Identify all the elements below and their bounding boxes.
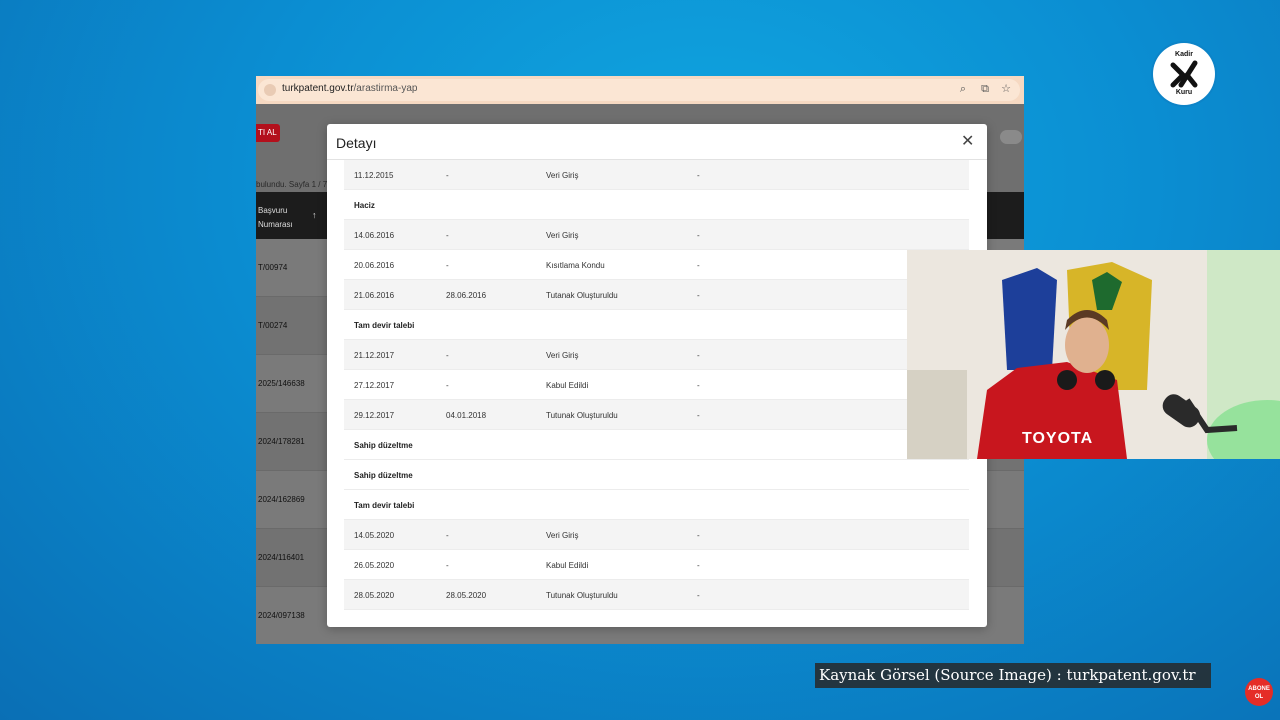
action-cell: Veri Giriş xyxy=(546,531,579,540)
bookmark-star-icon[interactable]: ☆ xyxy=(999,82,1013,96)
url-path: /arastirma-yap xyxy=(353,83,418,94)
note-cell: - xyxy=(697,291,700,300)
note-cell: - xyxy=(697,411,700,420)
webcam-overlay: TOYOTA xyxy=(907,250,1280,459)
note-cell: - xyxy=(697,261,700,270)
action-cell: Veri Giriş xyxy=(546,231,579,240)
install-app-icon[interactable]: ⧉ xyxy=(978,82,992,96)
detail-row: 29.12.2017 04.01.2018 Tutunak Oluşturuldu - xyxy=(344,400,969,430)
section-heading-row: Tam devir talebi xyxy=(344,490,969,520)
results-info: bulundu. Sayfa 1 / 7 xyxy=(256,180,328,189)
application-number: T/00974 xyxy=(258,263,288,272)
note-cell: - xyxy=(697,231,700,240)
note-cell: - xyxy=(697,351,700,360)
action-cell: Veri Giriş xyxy=(546,171,579,180)
action-cell: Kabul Edildi xyxy=(546,381,589,390)
subscribe-line2: OL xyxy=(1254,694,1264,700)
detail-row: 27.12.2017 - Kabul Edildi - xyxy=(344,370,969,400)
channel-logo: Kadir Kuru xyxy=(1153,43,1215,105)
column-header-line2: Numarası xyxy=(258,220,293,229)
close-icon[interactable]: ✕ xyxy=(961,133,974,151)
note-cell: - xyxy=(697,561,700,570)
date2-cell: - xyxy=(446,261,449,270)
date2-cell: 28.05.2020 xyxy=(446,591,487,600)
application-number: 2024/116401 xyxy=(258,553,305,562)
url-domain: turkpatent.gov.tr xyxy=(282,83,354,94)
date-cell: 14.05.2020 xyxy=(354,531,395,540)
action-cell: Kısıtlama Kondu xyxy=(546,261,605,270)
address-bar[interactable]: turkpatent.gov.tr/arastirma-yap ⌕ ⧉ ☆ xyxy=(256,76,1024,104)
section-label: Sahip düzeltme xyxy=(354,441,413,450)
url-text[interactable]: turkpatent.gov.tr/arastirma-yap xyxy=(282,83,417,94)
toggle-switch[interactable] xyxy=(1000,130,1022,144)
subscribe-line1: ABONE xyxy=(1248,686,1270,692)
date2-cell: - xyxy=(446,351,449,360)
application-number: 2024/162869 xyxy=(258,495,305,504)
logo-bottom-text: Kuru xyxy=(1175,89,1193,96)
detail-row: 14.06.2016 - Veri Giriş - xyxy=(344,220,969,250)
date-cell: 28.05.2020 xyxy=(354,591,395,600)
subscribe-badge[interactable]: ABONE OL xyxy=(1245,678,1273,706)
date2-cell: - xyxy=(446,231,449,240)
section-label: Tam devir talebi xyxy=(354,321,415,330)
detail-row: 20.06.2016 - Kısıtlama Kondu - xyxy=(344,250,969,280)
action-cell: Tutanak Oluşturuldu xyxy=(546,291,618,300)
column-header-application-number[interactable]: Başvuru Numarası xyxy=(258,204,293,232)
date-cell: 29.12.2017 xyxy=(354,411,395,420)
red-action-button[interactable]: TI AL xyxy=(256,124,280,142)
note-cell: - xyxy=(697,591,700,600)
action-cell: Tutunak Oluşturuldu xyxy=(546,411,618,420)
section-label: Tam devir talebi xyxy=(354,501,415,510)
site-info-icon[interactable] xyxy=(264,84,276,96)
date2-cell: - xyxy=(446,561,449,570)
section-label: Haciz xyxy=(354,201,375,210)
detail-row: 28.05.2020 28.05.2020 Tutunak Oluşturuldu - xyxy=(344,580,969,610)
logo-mark-icon xyxy=(1170,60,1198,88)
note-cell: - xyxy=(697,531,700,540)
date2-cell: 28.06.2016 xyxy=(446,291,487,300)
detail-row: 21.12.2017 - Veri Giriş - xyxy=(344,340,969,370)
application-number: 2024/097138 xyxy=(258,611,305,620)
detail-table: 11.12.2015 - Veri Giriş - Haciz 14.06.2016 - Ve… xyxy=(344,160,969,610)
date2-cell: - xyxy=(446,171,449,180)
section-heading-row: Haciz xyxy=(344,190,969,220)
date2-cell: - xyxy=(446,531,449,540)
modal-header: Detayı ✕ xyxy=(327,124,987,160)
date-cell: 14.06.2016 xyxy=(354,231,395,240)
application-number: T/00274 xyxy=(258,321,288,330)
note-cell: - xyxy=(697,381,700,390)
source-credit: Kaynak Görsel (Source Image) : turkpaten… xyxy=(815,663,1211,688)
column-header-line1: Başvuru xyxy=(258,206,288,215)
sort-arrow-icon[interactable]: ↑ xyxy=(312,210,317,220)
detail-row: 26.05.2020 - Kabul Edildi - xyxy=(344,550,969,580)
date2-cell: 04.01.2018 xyxy=(446,411,487,420)
action-cell: Veri Giriş xyxy=(546,351,579,360)
date2-cell: - xyxy=(446,381,449,390)
date-cell: 20.06.2016 xyxy=(354,261,395,270)
logo-top-text: Kadir xyxy=(1175,51,1193,58)
date-cell: 21.12.2017 xyxy=(354,351,395,360)
date-cell: 27.12.2017 xyxy=(354,381,395,390)
date-cell: 21.06.2016 xyxy=(354,291,395,300)
note-cell: - xyxy=(697,171,700,180)
jersey-text: TOYOTA xyxy=(1022,430,1094,447)
zoom-icon[interactable]: ⌕ xyxy=(956,82,970,96)
section-heading-row: Tam devir talebi xyxy=(344,310,969,340)
webcam-picture xyxy=(907,250,1280,459)
section-label: Sahip düzeltme xyxy=(354,471,413,480)
modal-title: Detayı xyxy=(336,135,377,151)
action-cell: Kabul Edildi xyxy=(546,561,589,570)
section-heading-row: Sahip düzeltme xyxy=(344,430,969,460)
date-cell: 26.05.2020 xyxy=(354,561,395,570)
detail-row: 11.12.2015 - Veri Giriş - xyxy=(344,160,969,190)
application-number: 2025/146638 xyxy=(258,379,305,388)
section-heading-row: Sahip düzeltme xyxy=(344,460,969,490)
detail-row: 21.06.2016 28.06.2016 Tutanak Oluşturuldu - xyxy=(344,280,969,310)
date-cell: 11.12.2015 xyxy=(354,171,394,180)
action-cell: Tutunak Oluşturuldu xyxy=(546,591,618,600)
detail-modal: Detayı ✕ 11.12.2015 - Veri Giriş - Haciz 14.0… xyxy=(327,124,987,627)
detail-row: 14.05.2020 - Veri Giriş - xyxy=(344,520,969,550)
application-number: 2024/178281 xyxy=(258,437,305,446)
